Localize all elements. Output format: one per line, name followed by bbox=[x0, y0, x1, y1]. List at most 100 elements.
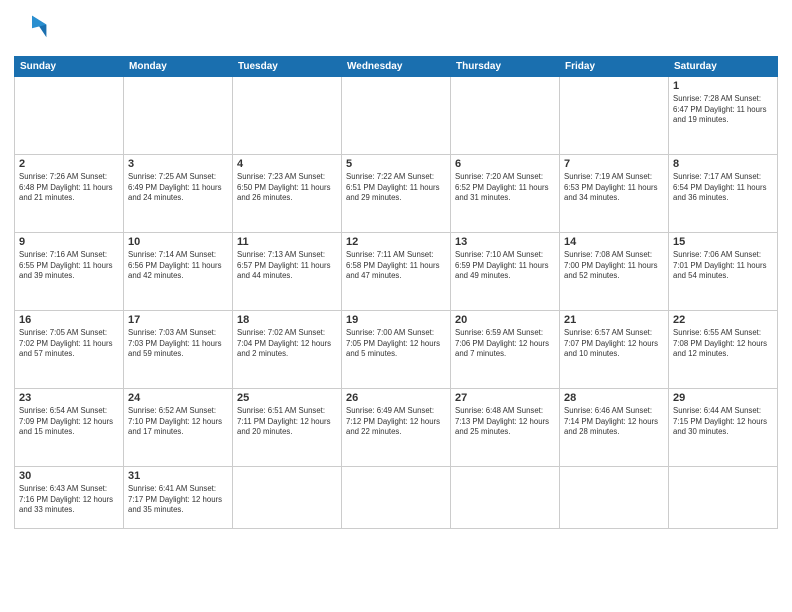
calendar-col-tuesday: Tuesday bbox=[233, 57, 342, 77]
day-number: 16 bbox=[19, 314, 119, 326]
day-info: Sunrise: 7:17 AM Sunset: 6:54 PM Dayligh… bbox=[673, 172, 773, 204]
calendar-week-5: 23Sunrise: 6:54 AM Sunset: 7:09 PM Dayli… bbox=[15, 389, 778, 467]
calendar-cell: 29Sunrise: 6:44 AM Sunset: 7:15 PM Dayli… bbox=[669, 389, 778, 467]
day-info: Sunrise: 7:10 AM Sunset: 6:59 PM Dayligh… bbox=[455, 250, 555, 282]
day-info: Sunrise: 6:57 AM Sunset: 7:07 PM Dayligh… bbox=[564, 328, 664, 360]
calendar-cell: 1 Sunrise: 7:28 AM Sunset: 6:47 PM Daylig… bbox=[669, 77, 778, 155]
day-info: Sunrise: 6:41 AM Sunset: 7:17 PM Dayligh… bbox=[128, 484, 228, 516]
day-info: Sunrise: 7:02 AM Sunset: 7:04 PM Dayligh… bbox=[237, 328, 337, 360]
calendar-cell: 31 Sunrise: 6:41 AM Sunset: 7:17 PM Dayli… bbox=[124, 467, 233, 529]
day-number: 1 bbox=[673, 80, 773, 92]
day-info: Sunrise: 7:13 AM Sunset: 6:57 PM Dayligh… bbox=[237, 250, 337, 282]
calendar-col-wednesday: Wednesday bbox=[342, 57, 451, 77]
day-info: Sunrise: 6:52 AM Sunset: 7:10 PM Dayligh… bbox=[128, 406, 228, 438]
day-info: Sunrise: 7:23 AM Sunset: 6:50 PM Dayligh… bbox=[237, 172, 337, 204]
calendar-col-sunday: Sunday bbox=[15, 57, 124, 77]
calendar-cell: 27Sunrise: 6:48 AM Sunset: 7:13 PM Dayli… bbox=[451, 389, 560, 467]
day-info: Sunrise: 7:28 AM Sunset: 6:47 PM Dayligh… bbox=[673, 94, 773, 126]
calendar-cell: 6Sunrise: 7:20 AM Sunset: 6:52 PM Daylig… bbox=[451, 155, 560, 233]
calendar-col-monday: Monday bbox=[124, 57, 233, 77]
day-number: 20 bbox=[455, 314, 555, 326]
calendar-cell bbox=[233, 467, 342, 529]
calendar-cell: 22 Sunrise: 6:55 AM Sunset: 7:08 PM Dayli… bbox=[669, 311, 778, 389]
calendar-cell: 20Sunrise: 6:59 AM Sunset: 7:06 PM Dayli… bbox=[451, 311, 560, 389]
day-info: Sunrise: 7:08 AM Sunset: 7:00 PM Dayligh… bbox=[564, 250, 664, 282]
calendar-cell bbox=[451, 467, 560, 529]
calendar-cell bbox=[342, 77, 451, 155]
day-number: 12 bbox=[346, 236, 446, 248]
calendar-cell bbox=[560, 77, 669, 155]
day-number: 17 bbox=[128, 314, 228, 326]
calendar-cell: 19 Sunrise: 7:00 AM Sunset: 7:05 PM Dayli… bbox=[342, 311, 451, 389]
header bbox=[14, 12, 778, 48]
day-info: Sunrise: 7:00 AM Sunset: 7:05 PM Dayligh… bbox=[346, 328, 446, 360]
calendar-cell: 3 Sunrise: 7:25 AM Sunset: 6:49 PM Daylig… bbox=[124, 155, 233, 233]
day-info: Sunrise: 7:20 AM Sunset: 6:52 PM Dayligh… bbox=[455, 172, 555, 204]
day-info: Sunrise: 7:11 AM Sunset: 6:58 PM Dayligh… bbox=[346, 250, 446, 282]
calendar-table: SundayMondayTuesdayWednesdayThursdayFrid… bbox=[14, 56, 778, 529]
calendar-cell: 10 Sunrise: 7:14 AM Sunset: 6:56 PM Dayli… bbox=[124, 233, 233, 311]
calendar-cell: 25 Sunrise: 6:51 AM Sunset: 7:11 PM Dayli… bbox=[233, 389, 342, 467]
day-number: 29 bbox=[673, 392, 773, 404]
day-info: Sunrise: 6:48 AM Sunset: 7:13 PM Dayligh… bbox=[455, 406, 555, 438]
day-number: 28 bbox=[564, 392, 664, 404]
day-number: 2 bbox=[19, 158, 119, 170]
calendar-cell: 16 Sunrise: 7:05 AM Sunset: 7:02 PM Dayli… bbox=[15, 311, 124, 389]
calendar-cell: 2 Sunrise: 7:26 AM Sunset: 6:48 PM Daylig… bbox=[15, 155, 124, 233]
calendar-cell: 23Sunrise: 6:54 AM Sunset: 7:09 PM Dayli… bbox=[15, 389, 124, 467]
day-info: Sunrise: 6:46 AM Sunset: 7:14 PM Dayligh… bbox=[564, 406, 664, 438]
calendar-cell: 13 Sunrise: 7:10 AM Sunset: 6:59 PM Dayli… bbox=[451, 233, 560, 311]
day-number: 15 bbox=[673, 236, 773, 248]
calendar-col-friday: Friday bbox=[560, 57, 669, 77]
calendar-cell: 5Sunrise: 7:22 AM Sunset: 6:51 PM Daylig… bbox=[342, 155, 451, 233]
day-number: 31 bbox=[128, 470, 228, 482]
day-number: 22 bbox=[673, 314, 773, 326]
calendar-week-4: 16 Sunrise: 7:05 AM Sunset: 7:02 PM Dayli… bbox=[15, 311, 778, 389]
calendar-cell: 24Sunrise: 6:52 AM Sunset: 7:10 PM Dayli… bbox=[124, 389, 233, 467]
calendar-cell: 18 Sunrise: 7:02 AM Sunset: 7:04 PM Dayli… bbox=[233, 311, 342, 389]
day-info: Sunrise: 7:25 AM Sunset: 6:49 PM Dayligh… bbox=[128, 172, 228, 204]
calendar-col-saturday: Saturday bbox=[669, 57, 778, 77]
calendar-cell: 8Sunrise: 7:17 AM Sunset: 6:54 PM Daylig… bbox=[669, 155, 778, 233]
day-info: Sunrise: 7:19 AM Sunset: 6:53 PM Dayligh… bbox=[564, 172, 664, 204]
calendar-cell: 11 Sunrise: 7:13 AM Sunset: 6:57 PM Dayli… bbox=[233, 233, 342, 311]
calendar-cell: 26Sunrise: 6:49 AM Sunset: 7:12 PM Dayli… bbox=[342, 389, 451, 467]
day-info: Sunrise: 6:51 AM Sunset: 7:11 PM Dayligh… bbox=[237, 406, 337, 438]
calendar-week-6: 30Sunrise: 6:43 AM Sunset: 7:16 PM Dayli… bbox=[15, 467, 778, 529]
logo bbox=[14, 12, 54, 48]
day-number: 30 bbox=[19, 470, 119, 482]
calendar-cell bbox=[124, 77, 233, 155]
calendar-header-row: SundayMondayTuesdayWednesdayThursdayFrid… bbox=[15, 57, 778, 77]
day-info: Sunrise: 7:26 AM Sunset: 6:48 PM Dayligh… bbox=[19, 172, 119, 204]
day-number: 10 bbox=[128, 236, 228, 248]
day-info: Sunrise: 7:05 AM Sunset: 7:02 PM Dayligh… bbox=[19, 328, 119, 360]
calendar-cell: 17 Sunrise: 7:03 AM Sunset: 7:03 PM Dayli… bbox=[124, 311, 233, 389]
calendar-cell bbox=[15, 77, 124, 155]
day-info: Sunrise: 7:14 AM Sunset: 6:56 PM Dayligh… bbox=[128, 250, 228, 282]
day-info: Sunrise: 7:16 AM Sunset: 6:55 PM Dayligh… bbox=[19, 250, 119, 282]
day-info: Sunrise: 7:22 AM Sunset: 6:51 PM Dayligh… bbox=[346, 172, 446, 204]
page: SundayMondayTuesdayWednesdayThursdayFrid… bbox=[0, 0, 792, 612]
calendar-week-2: 2 Sunrise: 7:26 AM Sunset: 6:48 PM Daylig… bbox=[15, 155, 778, 233]
calendar-cell: 30Sunrise: 6:43 AM Sunset: 7:16 PM Dayli… bbox=[15, 467, 124, 529]
calendar-col-thursday: Thursday bbox=[451, 57, 560, 77]
day-number: 25 bbox=[237, 392, 337, 404]
day-info: Sunrise: 6:55 AM Sunset: 7:08 PM Dayligh… bbox=[673, 328, 773, 360]
calendar-cell bbox=[342, 467, 451, 529]
calendar-cell: 7 Sunrise: 7:19 AM Sunset: 6:53 PM Daylig… bbox=[560, 155, 669, 233]
calendar-cell: 15Sunrise: 7:06 AM Sunset: 7:01 PM Dayli… bbox=[669, 233, 778, 311]
calendar-cell: 12 Sunrise: 7:11 AM Sunset: 6:58 PM Dayli… bbox=[342, 233, 451, 311]
calendar-cell bbox=[669, 467, 778, 529]
day-number: 7 bbox=[564, 158, 664, 170]
calendar-cell: 28 Sunrise: 6:46 AM Sunset: 7:14 PM Dayli… bbox=[560, 389, 669, 467]
calendar-week-3: 9Sunrise: 7:16 AM Sunset: 6:55 PM Daylig… bbox=[15, 233, 778, 311]
day-number: 13 bbox=[455, 236, 555, 248]
day-info: Sunrise: 7:03 AM Sunset: 7:03 PM Dayligh… bbox=[128, 328, 228, 360]
calendar-cell: 14Sunrise: 7:08 AM Sunset: 7:00 PM Dayli… bbox=[560, 233, 669, 311]
day-number: 18 bbox=[237, 314, 337, 326]
day-number: 19 bbox=[346, 314, 446, 326]
day-number: 23 bbox=[19, 392, 119, 404]
day-number: 3 bbox=[128, 158, 228, 170]
day-number: 11 bbox=[237, 236, 337, 248]
calendar-cell bbox=[451, 77, 560, 155]
